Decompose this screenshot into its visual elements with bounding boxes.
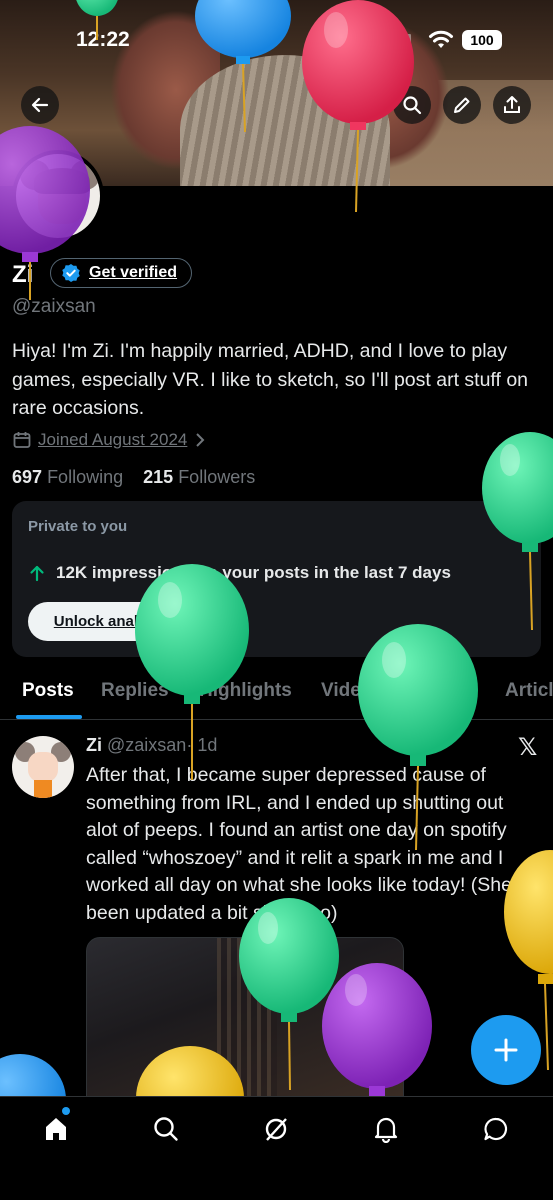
post-text: After that, I became super depressed cau… bbox=[86, 764, 522, 924]
tab-highlights[interactable]: Highlights bbox=[199, 680, 292, 702]
active-tab-indicator bbox=[16, 715, 82, 719]
get-verified-button[interactable]: Get verified bbox=[50, 258, 193, 288]
arrow-up-icon bbox=[30, 565, 44, 582]
calendar-icon bbox=[13, 432, 31, 448]
compose-button[interactable] bbox=[471, 1015, 541, 1085]
verified-badge-icon bbox=[62, 264, 80, 282]
tab-articles[interactable]: Articles bbox=[505, 680, 553, 702]
profile-handle: @zaixsan bbox=[12, 296, 96, 317]
impressions-row: 12K impressions on your posts in the las… bbox=[28, 563, 451, 583]
nav-messages[interactable] bbox=[476, 1111, 516, 1147]
nav-notifications[interactable] bbox=[366, 1111, 406, 1147]
search-button[interactable] bbox=[393, 86, 431, 124]
grok-button[interactable] bbox=[339, 86, 377, 124]
arrow-left-icon bbox=[31, 97, 49, 113]
profile-name: Zi bbox=[12, 261, 34, 288]
post-author-name[interactable]: Zi bbox=[86, 735, 102, 755]
home-icon bbox=[46, 1118, 66, 1140]
profile-tabs: Posts Replies Highlights Videos Photos A… bbox=[0, 668, 553, 720]
post-time: · 1d bbox=[186, 735, 218, 755]
post-avatar[interactable] bbox=[12, 736, 74, 798]
profile-avatar[interactable] bbox=[12, 150, 104, 242]
joined-date[interactable]: Joined August 2024 bbox=[12, 430, 207, 450]
private-analytics-card: Private to you ✕ 12K impressions on your… bbox=[12, 501, 541, 657]
bell-icon bbox=[374, 1117, 398, 1143]
chevron-right-icon bbox=[196, 433, 205, 447]
x-logo-icon: 𝕏 bbox=[518, 734, 538, 761]
grok-icon bbox=[265, 1118, 287, 1141]
post-author-handle[interactable]: @zaixsan bbox=[107, 735, 186, 755]
share-icon bbox=[504, 96, 520, 113]
unlock-analytics-button[interactable]: Unlock analytics bbox=[28, 602, 198, 641]
pencil-icon bbox=[454, 97, 470, 113]
get-verified-label: Get verified bbox=[89, 264, 178, 281]
plus-icon bbox=[494, 1038, 518, 1062]
post-header: Zi @zaixsan· 1d bbox=[86, 735, 217, 756]
post-media[interactable] bbox=[86, 937, 404, 1097]
tab-posts[interactable]: Posts bbox=[22, 680, 74, 702]
edit-button[interactable] bbox=[443, 86, 481, 124]
nav-home[interactable] bbox=[36, 1107, 76, 1147]
signal-icon bbox=[392, 34, 412, 48]
share-button[interactable] bbox=[493, 86, 531, 124]
private-card-title: Private to you bbox=[28, 518, 128, 535]
battery-indicator: 100 bbox=[462, 30, 502, 50]
status-bar: 12:22 100 bbox=[0, 26, 553, 56]
nav-grok[interactable] bbox=[256, 1111, 296, 1147]
status-time: 12:22 bbox=[76, 28, 130, 51]
profile-bio: Hiya! I'm Zi. I'm happily married, ADHD,… bbox=[12, 340, 529, 419]
back-button[interactable] bbox=[21, 86, 59, 124]
search-icon bbox=[154, 1117, 178, 1141]
wifi-icon bbox=[429, 30, 453, 48]
followers-link[interactable]: 215 Followers bbox=[143, 467, 255, 487]
messages-icon bbox=[484, 1117, 508, 1141]
close-icon[interactable]: ✕ bbox=[506, 517, 523, 542]
following-link[interactable]: 697 Following bbox=[12, 467, 123, 487]
notification-dot bbox=[62, 1107, 70, 1115]
impressions-text: 12K impressions on your posts in the las… bbox=[56, 563, 451, 582]
grok-icon bbox=[350, 97, 366, 113]
joined-label: Joined August 2024 bbox=[38, 430, 188, 449]
tab-videos[interactable]: Videos bbox=[321, 680, 383, 702]
tab-photos[interactable]: Photos bbox=[412, 680, 476, 702]
bottom-nav bbox=[0, 1096, 553, 1200]
tab-replies[interactable]: Replies bbox=[101, 680, 169, 702]
nav-search[interactable] bbox=[146, 1111, 186, 1147]
follow-counts: 697 Following 215 Followers bbox=[12, 467, 255, 488]
search-icon bbox=[403, 96, 422, 115]
